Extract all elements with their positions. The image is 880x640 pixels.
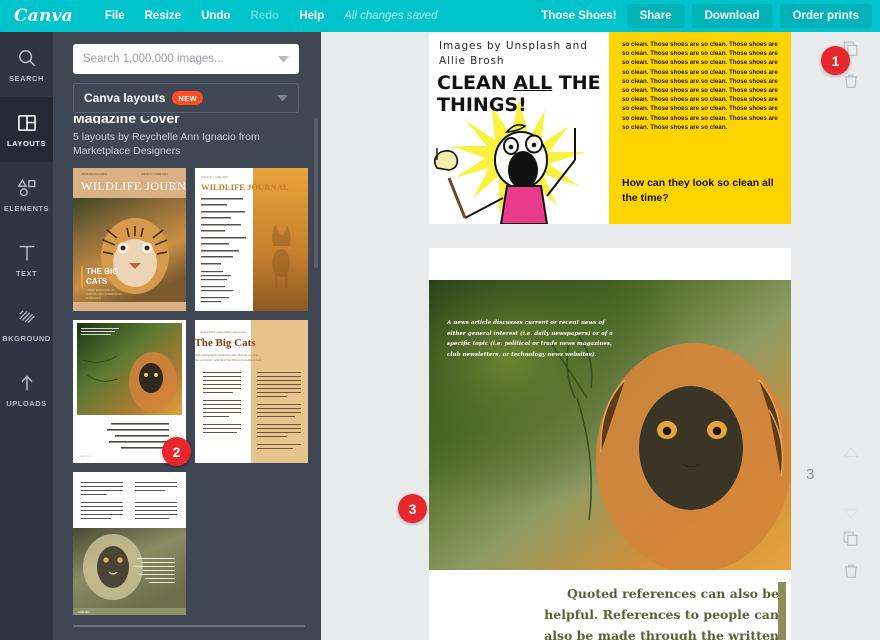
copy-icon[interactable] [842,530,860,548]
panel-header: Canva layouts NEW [53,32,321,116]
panel-scroll-area: Magazine Cover 5 layouts by Reychelle An… [53,106,321,640]
menu-item-resize[interactable]: Resize [135,10,191,22]
top-toolbar: Canva File Resize Undo Redo Help All cha… [0,0,880,32]
page1-credit-text[interactable]: Images by Unsplash and Allie Brosh [439,39,604,69]
layouts-icon [16,112,38,134]
sidebar-item-background[interactable]: BKGROUND [0,292,53,357]
uploads-icon [16,372,38,394]
save-status: All changes saved [344,10,438,22]
thumbnail-row: WILDLIFE MAGAZINE ISSUE 07 / JUNE 2016 W… [73,168,321,311]
layout-thumbnail[interactable]: JUNE 2016 [73,472,186,615]
sidebar-item-label: TEXT [15,268,38,278]
svg-text:The Big Cats: The Big Cats [195,337,256,349]
page1-body-text[interactable]: so clean. Those shoes are so clean. Thos… [622,40,778,132]
layouts-panel: Magazine Cover 5 layouts by Reychelle An… [53,32,321,640]
sidebar-item-layouts[interactable]: LAYOUTS [0,97,53,162]
headline-part-1: CLEAN [437,72,514,94]
layout-thumbnail-grid: WILDLIFE MAGAZINE ISSUE 07 / JUNE 2016 W… [53,158,321,615]
svg-text:THE BIG: THE BIG [86,267,118,276]
search-icon [16,47,38,69]
sidebar-item-label: UPLOADS [6,398,47,408]
sidebar-item-label: SEARCH [9,73,44,83]
svg-text:WILDLIFE JOURNAL: WILDLIFE JOURNAL [81,179,186,193]
svg-text:JUNE 2016: JUNE 2016 [78,612,90,614]
thumbnail-row: JUNE 2016 An Exclusive Look at Big Cats … [73,320,321,463]
page-tools-rail [828,32,880,640]
annotation-badge-2: 2 [162,437,191,466]
svg-text:WILDLIFE JOURNAL: WILDLIFE JOURNAL [201,182,289,192]
trash-icon[interactable] [842,72,860,90]
panel-section-subtitle: 5 layouts by Reychelle Ann Ignacio from … [73,131,260,157]
canvas-page-2[interactable]: A news article discusses current or rece… [429,248,791,640]
sidebar-item-label: LAYOUTS [7,138,46,148]
page1-headline[interactable]: CLEAN ALL THE THINGS! [437,72,607,116]
page2-bottom-section: Quoted references can also be helpful. R… [429,570,791,640]
menu-item-help[interactable]: Help [289,10,334,22]
sidebar-item-uploads[interactable]: UPLOADS [0,357,53,422]
main-menu: File Resize Undo Redo Help All changes s… [95,10,438,22]
thumbnail-row: JUNE 2016 [73,472,321,615]
search-box[interactable] [73,44,299,74]
share-button[interactable]: Share [626,4,685,28]
download-button[interactable]: Download [691,4,773,28]
sidebar-item-elements[interactable]: ELEMENTS [0,162,53,227]
design-canvas[interactable]: Images by Unsplash and Allie Brosh CLEAN… [321,32,880,640]
text-icon [16,242,38,264]
svg-text:An Exclusive Look at Big Cats: An Exclusive Look at Big Cats in Asia [199,330,246,334]
page1-question-text[interactable]: How can they look so clean all the time? [622,176,780,206]
annotation-badge-1: 1 [821,46,850,75]
svg-text:ISSUE 07 / JUNE 2016: ISSUE 07 / JUNE 2016 [141,172,168,176]
background-icon [16,307,38,329]
canva-logo[interactable]: Canva [14,6,73,26]
page2-pull-quote[interactable]: Quoted references can also be helpful. R… [539,583,779,640]
order-prints-button[interactable]: Order prints [779,4,872,28]
panel-vertical-scrollbar[interactable] [314,118,318,268]
arrow-up-icon[interactable] [842,444,860,462]
thumbnail-placeholder [195,472,308,615]
svg-text:HUNTING AND CONSERVATION: HUNTING AND CONSERVATION [86,293,122,296]
chevron-down-icon[interactable] [278,50,289,68]
trash-icon[interactable] [842,562,860,580]
left-rail: SEARCH LAYOUTS ELEMENTS TEXT BKGROUND UP… [0,32,53,640]
svg-text:WILDLIFE MAGAZINE: WILDLIFE MAGAZINE [81,172,107,176]
page2-accent-bar [778,582,786,640]
menu-item-file[interactable]: File [95,10,135,22]
svg-text:ISSUE 07 / JUNE 2016: ISSUE 07 / JUNE 2016 [201,175,228,179]
layout-thumbnail[interactable]: ISSUE 07 / JUNE 2016 WILDLIFE JOURNAL [195,168,308,311]
annotation-badge-3: 3 [398,494,427,523]
headline-underlined: ALL [513,72,553,94]
sidebar-item-label: BKGROUND [2,333,51,343]
new-badge: NEW [172,91,204,105]
page2-photo[interactable]: A news article discusses current or rece… [429,280,791,570]
page2-caption[interactable]: A news article discusses current or rece… [447,318,617,360]
svg-text:Wildlife photographer/naturali: Wildlife photographer/naturalist Jake Ba… [195,353,259,357]
page1-left-column: Images by Unsplash and Allie Brosh CLEAN… [429,32,609,225]
menu-item-undo[interactable]: Undo [191,10,240,22]
layout-thumbnail[interactable]: WILDLIFE MAGAZINE ISSUE 07 / JUNE 2016 W… [73,168,186,311]
sidebar-item-search[interactable]: SEARCH [0,32,53,97]
elements-icon [16,177,38,199]
svg-text:his close encounters with the: his close encounters with the forest fel… [195,358,261,362]
canva-editor: Canva File Resize Undo Redo Help All cha… [0,0,880,640]
svg-text:A BRIEF DISCOURSE ON: A BRIEF DISCOURSE ON [86,289,115,292]
search-input[interactable] [83,53,278,65]
canvas-page-1[interactable]: Images by Unsplash and Allie Brosh CLEAN… [429,32,791,225]
page1-right-column: so clean. Those shoes are so clean. Thos… [609,32,791,224]
layout-thumbnail[interactable]: An Exclusive Look at Big Cats in Asia Th… [195,320,308,463]
category-dropdown[interactable]: Canva layouts NEW [73,83,299,113]
sidebar-item-label: ELEMENTS [3,203,50,213]
svg-text:CATS: CATS [86,277,108,286]
category-label: Canva layouts [84,91,166,105]
page-number: 3 [806,466,815,483]
menu-item-redo[interactable]: Redo [240,10,289,22]
chevron-down-icon[interactable] [277,89,288,107]
document-title[interactable]: Those Shoes! [541,10,616,22]
sidebar-item-text[interactable]: TEXT [0,227,53,292]
svg-text:IN THE WILD: IN THE WILD [86,297,101,300]
arrow-down-icon[interactable] [842,504,860,522]
top-actions: Those Shoes! Share Download Order prints [541,0,872,32]
svg-text:JUNE 2016: JUNE 2016 [79,456,91,458]
panel-horizontal-scrollbar[interactable] [73,625,305,627]
